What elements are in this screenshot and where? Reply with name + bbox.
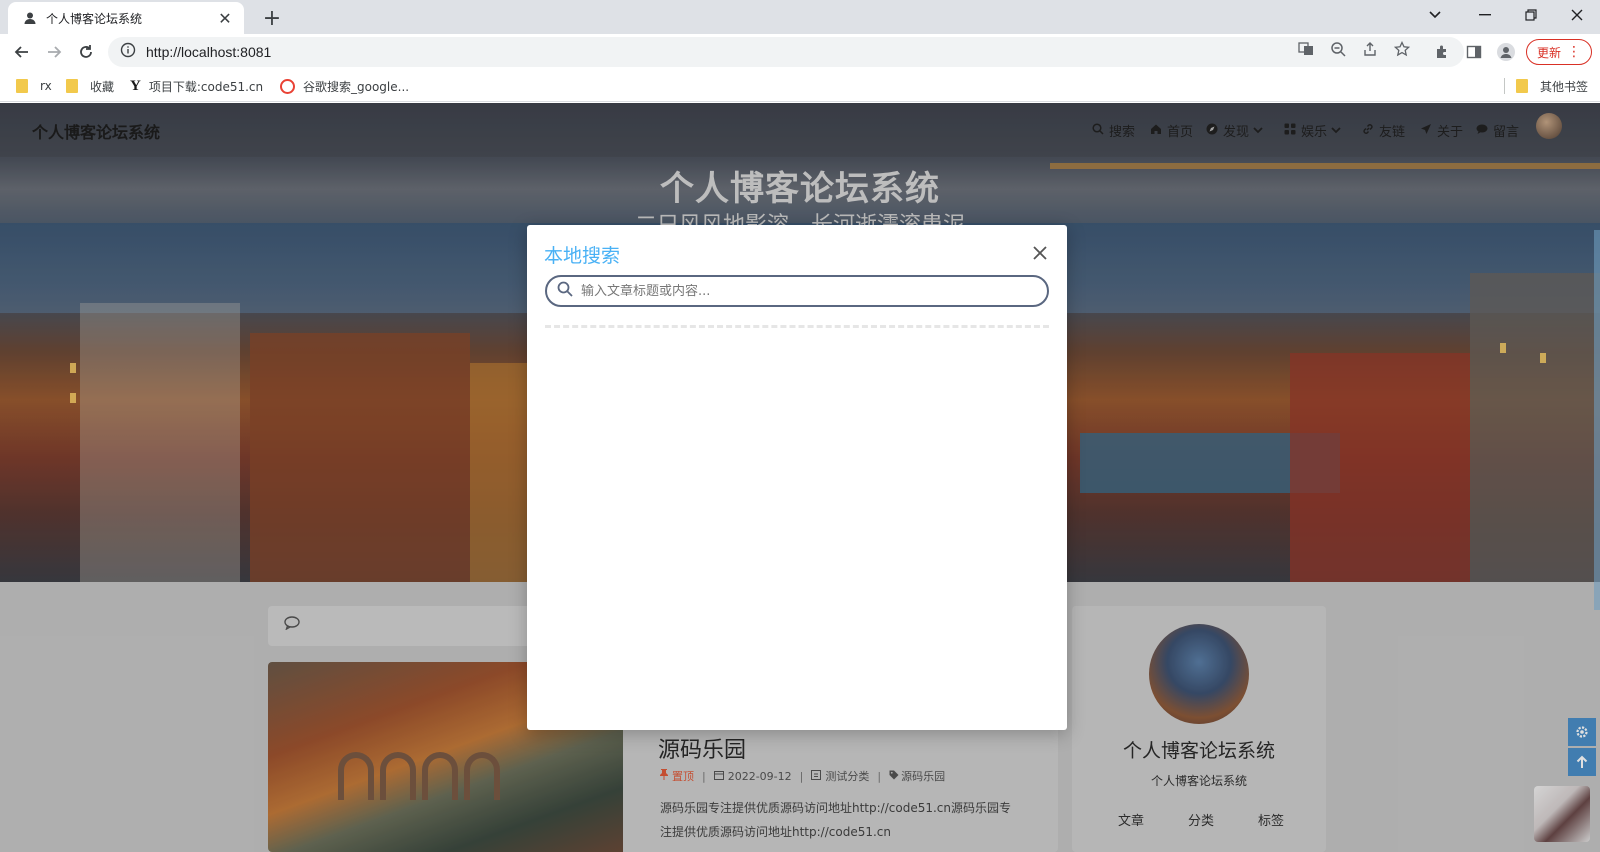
profile-icon[interactable] [1496, 42, 1516, 62]
browser-toolbar: http://localhost:8081 更新 ⋮ [0, 34, 1600, 70]
browser-tab-bar: 个人博客论坛系统 ✕ + [0, 0, 1600, 34]
minimize-button[interactable] [1462, 0, 1508, 30]
side-panel-icon[interactable] [1464, 42, 1484, 62]
close-tab-icon[interactable]: ✕ [216, 9, 234, 28]
url-text: http://localhost:8081 [146, 44, 272, 60]
update-label: 更新 [1537, 45, 1562, 60]
bookmark-code51[interactable]: Y 项目下载:code51.cn [130, 77, 263, 95]
search-icon [557, 281, 573, 301]
restore-button[interactable] [1508, 0, 1554, 30]
back-icon[interactable] [8, 38, 36, 66]
bookmark-favorites[interactable]: 收藏 [66, 77, 114, 95]
folder-icon [16, 79, 28, 93]
bookmark-other[interactable]: 其他书签 [1516, 77, 1588, 95]
reload-icon[interactable] [72, 38, 100, 66]
browser-tab[interactable]: 个人博客论坛系统 ✕ [8, 2, 244, 34]
site-info-icon[interactable] [120, 42, 136, 62]
update-button[interactable]: 更新 ⋮ [1526, 39, 1592, 65]
bookmark-google-search[interactable]: 谷歌搜索_google... [280, 77, 409, 95]
zoom-icon[interactable] [1330, 41, 1346, 57]
search-box[interactable] [545, 275, 1049, 307]
forward-icon[interactable] [40, 38, 68, 66]
extensions-icon[interactable] [1432, 42, 1452, 62]
translate-icon[interactable] [1298, 41, 1314, 57]
share-icon[interactable] [1362, 41, 1378, 57]
bookmarks-bar: rx 收藏 Y 项目下载:code51.cn 谷歌搜索_google... 其他… [0, 70, 1600, 102]
code51-logo-icon: Y [130, 77, 141, 94]
user-favicon-icon [22, 10, 38, 26]
bookmark-star-icon[interactable] [1394, 41, 1410, 57]
more-menu-icon[interactable]: ⋮ [1567, 44, 1581, 60]
tab-title: 个人博客论坛系统 [46, 11, 143, 26]
search-engine-logo-icon [280, 78, 295, 94]
search-input[interactable] [581, 283, 1047, 299]
close-icon[interactable] [1029, 242, 1051, 264]
bookmark-rx[interactable]: rx [16, 77, 52, 95]
folder-icon [1516, 79, 1528, 93]
tab-search-icon[interactable] [1412, 0, 1458, 30]
search-results-divider [545, 325, 1049, 328]
local-search-modal: 本地搜索 [527, 225, 1067, 730]
modal-title: 本地搜索 [544, 245, 621, 267]
bookmarks-separator [1504, 78, 1505, 94]
close-window-button[interactable] [1554, 0, 1600, 30]
folder-icon [66, 79, 78, 93]
new-tab-button[interactable]: + [258, 4, 286, 32]
address-bar[interactable]: http://localhost:8081 [108, 37, 1464, 67]
